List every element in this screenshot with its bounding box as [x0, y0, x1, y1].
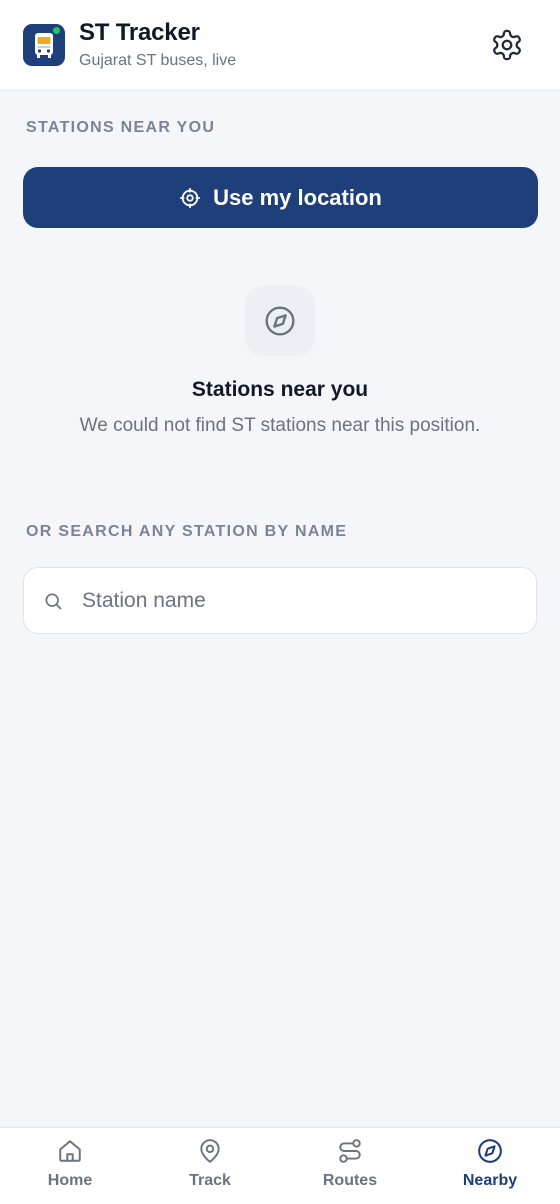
map-pin-icon	[200, 1139, 220, 1163]
gear-icon	[493, 29, 521, 61]
section-label-nearby: STATIONS NEAR YOU	[26, 119, 216, 136]
section-label-search: OR SEARCH ANY STATION BY NAME	[26, 523, 348, 540]
tab-home[interactable]: Home	[0, 1128, 140, 1204]
compass-icon	[478, 1139, 502, 1163]
settings-button[interactable]	[490, 28, 524, 62]
station-search-box[interactable]	[23, 567, 537, 634]
tab-track[interactable]: Track	[140, 1128, 280, 1204]
use-my-location-button[interactable]: Use my location	[23, 167, 538, 228]
route-icon	[339, 1139, 361, 1163]
empty-state-message: We could not find ST stations near this …	[79, 415, 481, 436]
station-search-input[interactable]	[82, 578, 522, 624]
empty-state-title: Stations near you	[191, 378, 369, 401]
tab-home-label: Home	[47, 1172, 93, 1189]
tab-nearby-label: Nearby	[462, 1172, 518, 1189]
compass-icon	[265, 306, 295, 336]
live-status-dot	[53, 27, 60, 34]
app-title: ST Tracker	[79, 19, 200, 46]
tab-nearby[interactable]: Nearby	[420, 1128, 560, 1204]
tab-track-label: Track	[189, 1172, 231, 1189]
home-icon	[59, 1140, 81, 1162]
tab-routes[interactable]: Routes	[280, 1128, 420, 1204]
use-my-location-label: Use my location	[213, 184, 382, 210]
bottom-tab-bar: Home Track Routes Nearby	[0, 1127, 560, 1204]
app-header: ST Tracker Gujarat ST buses, live	[0, 0, 560, 91]
search-icon	[45, 593, 62, 610]
app-subtitle: Gujarat ST buses, live	[79, 52, 237, 69]
crosshair-icon	[180, 187, 201, 208]
tab-routes-label: Routes	[322, 1172, 378, 1189]
empty-state-icon-box	[245, 286, 315, 356]
